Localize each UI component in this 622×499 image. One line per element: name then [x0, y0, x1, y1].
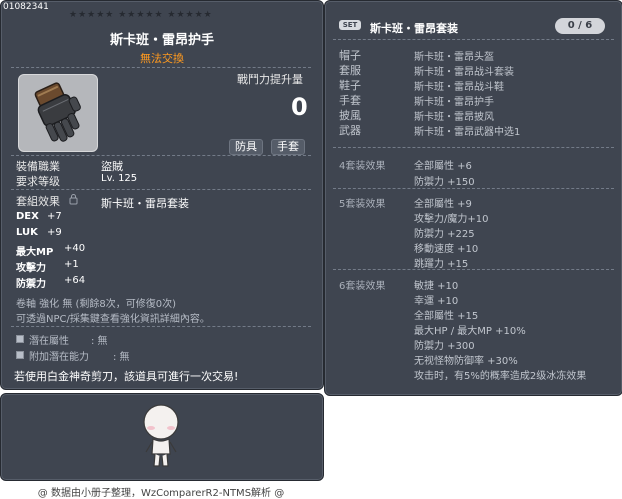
job-value: 盜賊: [101, 160, 123, 173]
character-preview-panel: [0, 393, 324, 481]
stat-value: +40: [64, 243, 86, 254]
set-part-slot: 帽子: [339, 49, 361, 62]
set-name: 斯卡班・雷昂套装: [101, 197, 189, 210]
stat-value: +7: [47, 211, 62, 222]
tag-gloves: 手套: [271, 139, 305, 155]
job-label: 裝備職業: [16, 160, 60, 173]
divider: [333, 188, 614, 189]
set-part-slot: 披風: [339, 109, 361, 122]
scroll-upgrade-info: 卷軸 強化 無 (剩餘8次，可修復0次): [16, 299, 177, 310]
set-effect-5-label: 5套装效果: [339, 199, 386, 210]
stat-name: LUK: [16, 227, 38, 238]
set-part-item: 斯卡班・雷昂头盔: [414, 52, 494, 63]
set-effect-label: 套組效果: [16, 195, 60, 208]
character-avatar: [143, 404, 179, 467]
potential-label: 潛在屬性: [29, 336, 69, 347]
tag-armor: 防具: [229, 139, 263, 155]
untradeable-label: 無法交換: [140, 52, 184, 65]
set-effect-line: 最大HP / 最大MP +10%: [414, 326, 526, 337]
set-effect-6-label: 6套装效果: [339, 281, 386, 292]
set-effect-line: 防禦力 +225: [414, 229, 475, 240]
item-id: 01082341: [3, 2, 49, 12]
set-effect-line: 攻击时，有5%的概率造成2级冰冻效果: [414, 371, 587, 382]
potential-square-icon: [16, 335, 24, 343]
set-part-item: 斯卡班・雷昂战斗鞋: [414, 82, 504, 93]
bonus-potential-square-icon: [16, 351, 24, 359]
set-effect-line: 跳躍力 +15: [414, 259, 469, 270]
set-count: 0 / 6: [555, 18, 605, 34]
set-part-slot: 手套: [339, 94, 361, 107]
item-name: 斯卡班・雷昂护手: [109, 33, 214, 48]
set-effect-line: 无视怪物防御率 +30%: [414, 356, 518, 367]
lock-icon: [69, 194, 78, 205]
item-tooltip-panel: 01082341 ★★★★★ ★★★★★ ★★★★★ 斯卡班・雷昂护手 無法交換…: [0, 0, 324, 390]
footer-credit: @ 数据由小册子整理，WzComparerR2-NTMS解析 @: [37, 488, 285, 499]
divider: [333, 269, 614, 270]
gauntlet-icon: [34, 82, 81, 142]
stat-name: 攻擊力: [16, 263, 46, 274]
stat-name: 最大MP: [16, 247, 54, 258]
set-effect-line: 移動速度 +10: [414, 244, 479, 255]
set-part-item: 斯卡班・雷昂战斗套装: [414, 67, 514, 78]
divider: [11, 67, 311, 68]
set-effect-line: 全部屬性 +6: [414, 161, 472, 172]
set-title: 斯卡班・雷昂套装: [370, 22, 458, 35]
set-part-item: 斯卡班・雷昂武器中选1: [414, 127, 521, 138]
bonus-potential-value: : 無: [113, 352, 130, 363]
set-effect-line: 防禦力 +300: [414, 341, 475, 352]
platinum-scissors-note: 若使用白金神奇剪刀，該道具可進行一次交易!: [14, 370, 239, 383]
combat-power-label: 戰鬥力提升量: [237, 73, 303, 86]
set-effect-line: 攻擊力/魔力+10: [414, 214, 489, 225]
divider: [333, 147, 614, 148]
star-force-stars: ★★★★★ ★★★★★ ★★★★★: [69, 10, 213, 20]
set-effect-4-label: 4套装效果: [339, 161, 386, 172]
combat-power-value: 0: [291, 93, 308, 121]
set-effect-line: 敏捷 +10: [414, 281, 459, 292]
set-part-slot: 武器: [339, 124, 361, 137]
set-part-item: 斯卡班・雷昂护手: [414, 97, 494, 108]
stat-value: +64: [64, 275, 86, 286]
stat-name: DEX: [16, 211, 39, 222]
stat-value: +9: [47, 227, 62, 238]
set-effect-line: 防禦力 +150: [414, 177, 475, 188]
set-effect-line: 全部屬性 +15: [414, 311, 479, 322]
set-info-panel: SET 斯卡班・雷昂套装 0 / 6 帽子 斯卡班・雷昂头盔 套服 斯卡班・雷昂…: [324, 0, 622, 396]
level-value: Lv. 125: [101, 173, 138, 184]
divider: [11, 326, 311, 327]
set-badge: SET: [339, 20, 361, 30]
set-effect-line: 全部屬性 +9: [414, 199, 472, 210]
level-label: 要求等级: [16, 175, 60, 188]
stat-name: 防禦力: [16, 279, 46, 290]
set-part-slot: 套服: [339, 64, 361, 77]
divider: [11, 155, 311, 156]
potential-value: : 無: [91, 336, 108, 347]
stat-value: +1: [64, 259, 79, 270]
item-icon-frame: [18, 74, 98, 152]
set-part-item: 斯卡班・雷昂披风: [414, 112, 494, 123]
divider: [11, 189, 311, 190]
bonus-potential-label: 附加潛在能力: [29, 352, 89, 363]
set-part-slot: 鞋子: [339, 79, 361, 92]
npc-enhance-info: 可透過NPC/採集鍵查看強化資訊詳細內容。: [16, 314, 210, 325]
divider: [333, 39, 614, 40]
set-effect-line: 幸運 +10: [414, 296, 459, 307]
